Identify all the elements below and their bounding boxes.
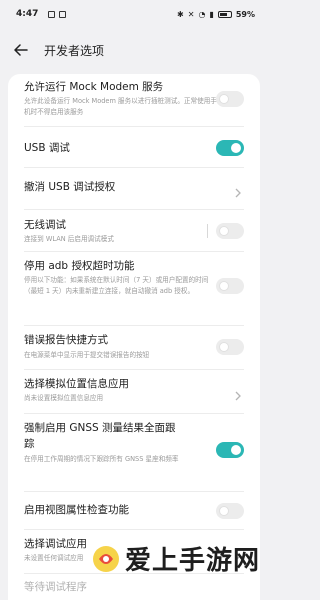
back-arrow-icon[interactable] bbox=[14, 42, 30, 58]
setting-title: 等待调试程序 bbox=[24, 581, 87, 593]
setting-title: 撤消 USB 调试授权 bbox=[24, 181, 116, 193]
watermark-logo-icon bbox=[92, 545, 119, 572]
status-time: 4:47 bbox=[16, 9, 39, 19]
setting-title: 选择调试应用 bbox=[24, 538, 87, 550]
chevron-right-icon bbox=[234, 386, 242, 401]
mock-modem-toggle[interactable] bbox=[216, 91, 244, 107]
setting-subtitle: 在电源菜单中显示用于提交错误报告的按钮 bbox=[24, 351, 150, 359]
watermark-text: 爱上手游网 bbox=[124, 546, 260, 576]
setting-wait-for-debugger[interactable]: 等待调试程序 bbox=[8, 574, 260, 600]
setting-gnss-full-tracking[interactable]: 强制启用 GNSS 测量结果全面跟 踪 在停用工作周期的情况下跟踪所有 GNSS… bbox=[8, 414, 260, 490]
signal-icon: ▮ bbox=[209, 9, 214, 19]
setting-title: USB 调试 bbox=[24, 142, 70, 154]
watermark: 爱上手游网 bbox=[91, 540, 260, 577]
separator-bar bbox=[207, 224, 208, 238]
setting-revoke-usb-auth[interactable]: 撤消 USB 调试授权 bbox=[8, 168, 260, 208]
setting-subtitle: 连接到 WLAN 后启用调试模式 bbox=[24, 235, 114, 243]
setting-title: 停用 adb 授权超时功能 bbox=[24, 260, 135, 272]
page-title: 开发者选项 bbox=[44, 43, 105, 58]
usb-debugging-toggle[interactable] bbox=[216, 140, 244, 156]
wifi-icon: ◔ bbox=[198, 9, 206, 19]
settings-card: 允许运行 Mock Modem 服务 允许此设备运行 Mock Modem 服务… bbox=[8, 74, 260, 600]
setting-title: 选择模拟位置信息应用 bbox=[24, 378, 129, 390]
bluetooth-icon: ✱ bbox=[177, 9, 184, 19]
battery-icon bbox=[217, 10, 232, 18]
setting-bugreport-shortcut[interactable]: 错误报告快捷方式 在电源菜单中显示用于提交错误报告的按钮 bbox=[8, 326, 260, 368]
setting-view-attribute-inspection[interactable]: 启用视图属性检查功能 bbox=[8, 492, 260, 528]
setting-title: 强制启用 GNSS 测量结果全面跟 bbox=[24, 422, 176, 434]
wireless-debugging-toggle[interactable] bbox=[216, 223, 244, 239]
setting-title: 无线调试 bbox=[24, 219, 66, 231]
notification-icons bbox=[48, 10, 67, 18]
setting-subtitle: 尚未设置模拟位置信息应用 bbox=[24, 394, 104, 402]
view-attribute-toggle[interactable] bbox=[216, 503, 244, 519]
notification-square-icon bbox=[59, 10, 67, 18]
setting-subtitle: 在停用工作周期的情况下跟踪所有 GNSS 星座和频率 bbox=[24, 455, 179, 463]
setting-title: 启用视图属性检查功能 bbox=[24, 504, 129, 516]
status-bar: 4:47 ✱ ✕ ◔ ▮ 59% bbox=[0, 0, 268, 28]
battery-percent: 59% bbox=[235, 9, 255, 19]
setting-subtitle: 允许此设备运行 Mock Modem 服务以进行插桩测试。正常使用手机时不得启用… bbox=[24, 97, 217, 116]
setting-adb-timeout[interactable]: 停用 adb 授权超时功能 停用以下功能：如果系统在默认时间（7 天）或用户配置… bbox=[8, 252, 260, 324]
gnss-tracking-toggle[interactable] bbox=[216, 442, 244, 458]
app-header: 开发者选项 bbox=[0, 28, 268, 72]
setting-wireless-debugging[interactable]: 无线调试 连接到 WLAN 后启用调试模式 bbox=[8, 210, 260, 250]
setting-mock-modem[interactable]: 允许运行 Mock Modem 服务 允许此设备运行 Mock Modem 服务… bbox=[8, 74, 260, 124]
chevron-right-icon bbox=[234, 183, 242, 198]
setting-subtitle: 停用以下功能：如果系统在默认时间（7 天）或用户配置的时间（最短 1 天）内未重… bbox=[24, 276, 209, 295]
setting-title: 允许运行 Mock Modem 服务 bbox=[24, 81, 164, 93]
bugreport-toggle[interactable] bbox=[216, 339, 244, 355]
setting-usb-debugging[interactable]: USB 调试 bbox=[8, 127, 260, 167]
notification-square-icon bbox=[48, 10, 56, 18]
mute-icon: ✕ bbox=[187, 9, 195, 19]
setting-title: 错误报告快捷方式 bbox=[24, 334, 108, 346]
setting-mock-location-app[interactable]: 选择模拟位置信息应用 尚未设置模拟位置信息应用 bbox=[8, 370, 260, 412]
setting-title-continued: 踪 bbox=[24, 438, 35, 450]
status-right: ✱ ✕ ◔ ▮ 59% bbox=[177, 10, 255, 19]
adb-timeout-toggle[interactable] bbox=[216, 278, 244, 294]
